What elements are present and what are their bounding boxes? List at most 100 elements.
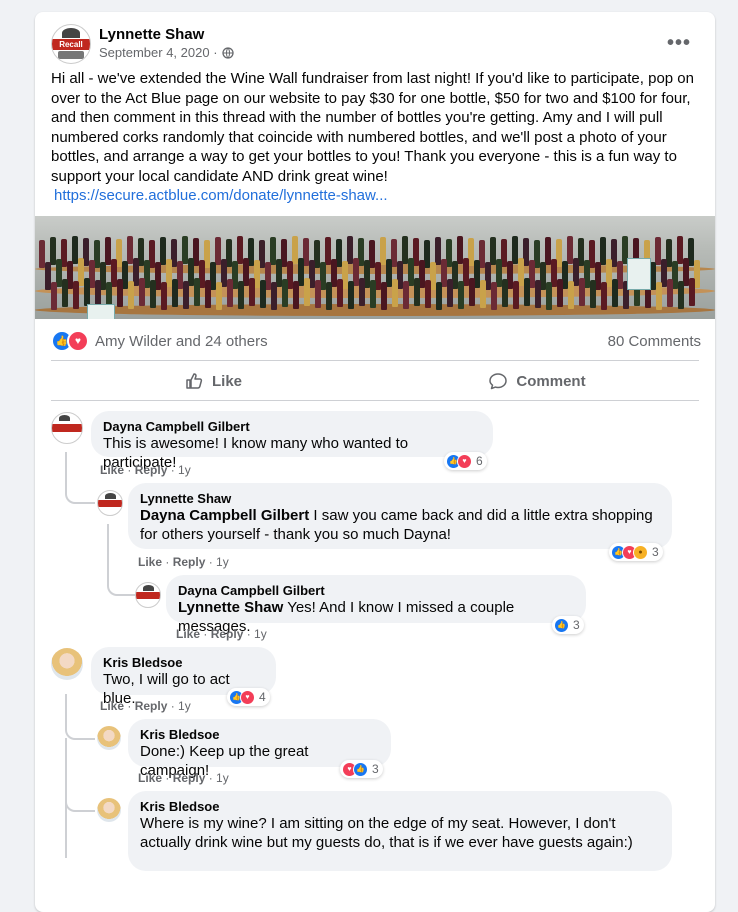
wine-bottle — [282, 279, 288, 307]
comment-actions: Like · Reply · 1y — [138, 771, 229, 785]
wine-bottle — [590, 280, 596, 308]
wine-bottle — [73, 281, 79, 309]
more-options-icon[interactable]: ••• — [667, 32, 691, 55]
comment-like-button[interactable]: Like — [100, 463, 124, 477]
comment-reactions[interactable]: 👍 ♥ 6 — [444, 452, 487, 470]
comment-time[interactable]: 1y — [178, 463, 191, 477]
wine-bottle — [205, 280, 211, 308]
thumbs-up-icon — [186, 373, 203, 389]
wine-bottle — [128, 281, 134, 309]
author-avatar[interactable]: Recall — [51, 24, 91, 64]
wine-bottle — [458, 281, 464, 309]
post-date[interactable]: September 4, 2020 · — [99, 45, 218, 60]
wine-bottle — [62, 279, 68, 307]
commenter-avatar[interactable] — [97, 798, 121, 822]
wine-bottle — [249, 278, 255, 306]
comment-reactions[interactable]: 👍 ♥ ● 3 — [609, 543, 663, 561]
commenter-avatar[interactable] — [97, 490, 123, 516]
like-reaction-icon: 👍 — [353, 761, 368, 777]
comment-author[interactable]: Dayna Campbell Gilbert — [178, 583, 574, 599]
reactors-link[interactable]: Amy Wilder and 24 others — [95, 333, 268, 350]
wine-bottle — [172, 279, 178, 307]
wine-bottle — [502, 279, 508, 307]
comment-author[interactable]: Lynnette Shaw — [140, 491, 660, 507]
comment-bubble: Dayna Campbell Gilbert This is awesome! … — [91, 411, 493, 471]
wine-bottle — [447, 279, 453, 307]
comment-button[interactable]: Comment — [375, 364, 699, 398]
comment-bubble: Kris Bledsoe Where is my wine? I am sitt… — [128, 791, 672, 871]
wine-bottle — [150, 280, 156, 308]
comment-reply-button[interactable]: Reply — [135, 699, 168, 713]
thread-line — [65, 482, 95, 504]
commenter-avatar[interactable] — [51, 648, 83, 680]
comment-time[interactable]: 1y — [254, 627, 267, 641]
comment-actions: Like · Reply · 1y — [138, 555, 229, 569]
wine-bottle — [546, 282, 552, 310]
thread-line — [65, 790, 95, 812]
wine-bottle — [491, 282, 497, 310]
comment-reply-button[interactable]: Reply — [173, 771, 206, 785]
comment-reply-button[interactable]: Reply — [211, 627, 244, 641]
comment-reactions[interactable]: 👍 ♥ 4 — [227, 688, 270, 706]
commenter-avatar[interactable] — [51, 412, 83, 444]
wine-bottle — [425, 280, 431, 308]
comments-count[interactable]: 80 Comments — [608, 333, 701, 350]
wine-bottle — [524, 278, 530, 306]
thread-line — [65, 694, 67, 720]
thread-line — [107, 524, 109, 580]
comment-time[interactable]: 1y — [178, 699, 191, 713]
wine-bottle — [579, 278, 585, 306]
wine-bottle — [271, 282, 277, 310]
post-author-name[interactable]: Lynnette Shaw — [99, 26, 204, 43]
care-reaction-icon: ● — [633, 544, 648, 560]
comment-like-button[interactable]: Like — [138, 555, 162, 569]
wine-bottle — [370, 280, 376, 308]
commenter-avatar[interactable] — [97, 726, 121, 750]
post-meta: September 4, 2020 · — [99, 45, 234, 60]
commenter-avatar[interactable] — [135, 582, 161, 608]
comment-author[interactable]: Kris Bledsoe — [140, 799, 660, 815]
post-link[interactable]: https://secure.actblue.com/donate/lynnet… — [54, 187, 388, 204]
comment-actions: Like · Reply · 1y — [100, 699, 191, 713]
comment-mention[interactable]: Dayna Campbell Gilbert — [140, 507, 309, 524]
comment-like-button[interactable]: Like — [138, 771, 162, 785]
wine-bottle — [557, 279, 563, 307]
wine-bottle — [216, 282, 222, 310]
comment-reactions[interactable]: ♥ 👍 3 — [340, 760, 383, 778]
comment-reply-button[interactable]: Reply — [135, 463, 168, 477]
comment-author[interactable]: Kris Bledsoe — [140, 727, 379, 743]
comment-time[interactable]: 1y — [216, 771, 229, 785]
post-photo[interactable] — [35, 216, 715, 319]
comment-bubble: Dayna Campbell Gilbert Lynnette Shaw Yes… — [166, 575, 586, 635]
like-button-label: Like — [211, 372, 242, 390]
comment-author[interactable]: Kris Bledsoe — [103, 655, 264, 671]
post-card: Recall Lynnette Shaw September 4, 2020 ·… — [35, 12, 715, 912]
comment-reactions[interactable]: 👍 3 — [552, 616, 584, 634]
wine-bottle — [381, 282, 387, 310]
wine-bottle — [667, 279, 673, 307]
comment-time[interactable]: 1y — [216, 555, 229, 569]
comment-like-button[interactable]: Like — [100, 699, 124, 713]
comment-mention[interactable]: Lynnette Shaw — [178, 599, 283, 616]
wine-bottle — [392, 279, 398, 307]
wine-bottle — [183, 281, 189, 309]
wine-bottle — [689, 278, 695, 306]
comment-author[interactable]: Dayna Campbell Gilbert — [103, 419, 481, 435]
wine-bottle — [161, 282, 167, 310]
comment-text: Dayna Campbell Gilbert I saw you came ba… — [140, 507, 653, 543]
comment-actions: Like · Reply · 1y — [100, 463, 191, 477]
like-button[interactable]: Like — [51, 364, 375, 398]
wine-bottle — [601, 282, 607, 310]
wine-bottle — [469, 278, 475, 306]
divider — [51, 400, 699, 401]
comment-bubble-icon — [489, 373, 508, 390]
wine-bottle — [117, 279, 123, 307]
wine-bottle — [436, 282, 442, 310]
wine-bottle — [480, 280, 486, 308]
wine-bottle — [535, 280, 541, 308]
comment-reply-button[interactable]: Reply — [173, 555, 206, 569]
wine-bottle — [139, 278, 145, 306]
wine-bottle — [348, 281, 354, 309]
comment-like-button[interactable]: Like — [176, 627, 200, 641]
reactions-summary: 👍 ♥ Amy Wilder and 24 others 80 Comments — [51, 330, 701, 352]
